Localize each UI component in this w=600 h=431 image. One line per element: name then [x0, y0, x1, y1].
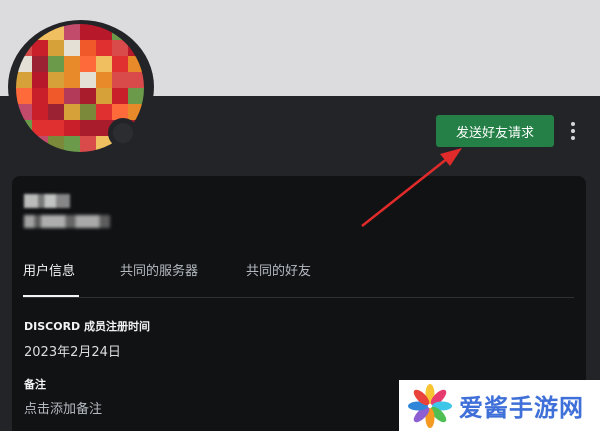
- send-friend-request-button[interactable]: 发送好友请求: [436, 115, 554, 147]
- tab-mutual-friends[interactable]: 共同的好友: [246, 260, 311, 279]
- member-since-date: 2023年2月24日: [24, 345, 121, 360]
- tab-user-info[interactable]: 用户信息: [23, 260, 75, 279]
- more-options-icon[interactable]: [562, 118, 584, 144]
- watermark-text: 爱酱手游网: [459, 394, 584, 422]
- watermark: 爱酱手游网: [399, 380, 600, 431]
- status-indicator: [108, 118, 138, 148]
- member-since-title: DISCORD 成员注册时间: [24, 320, 151, 333]
- note-title: 备注: [24, 378, 46, 391]
- tabs-divider: [23, 297, 574, 298]
- tab-mutual-servers[interactable]: 共同的服务器: [120, 260, 198, 279]
- note-input[interactable]: [24, 400, 224, 418]
- watermark-logo-icon: [408, 383, 452, 428]
- user-tag-blurred: [24, 215, 110, 228]
- username-blurred: [24, 194, 70, 208]
